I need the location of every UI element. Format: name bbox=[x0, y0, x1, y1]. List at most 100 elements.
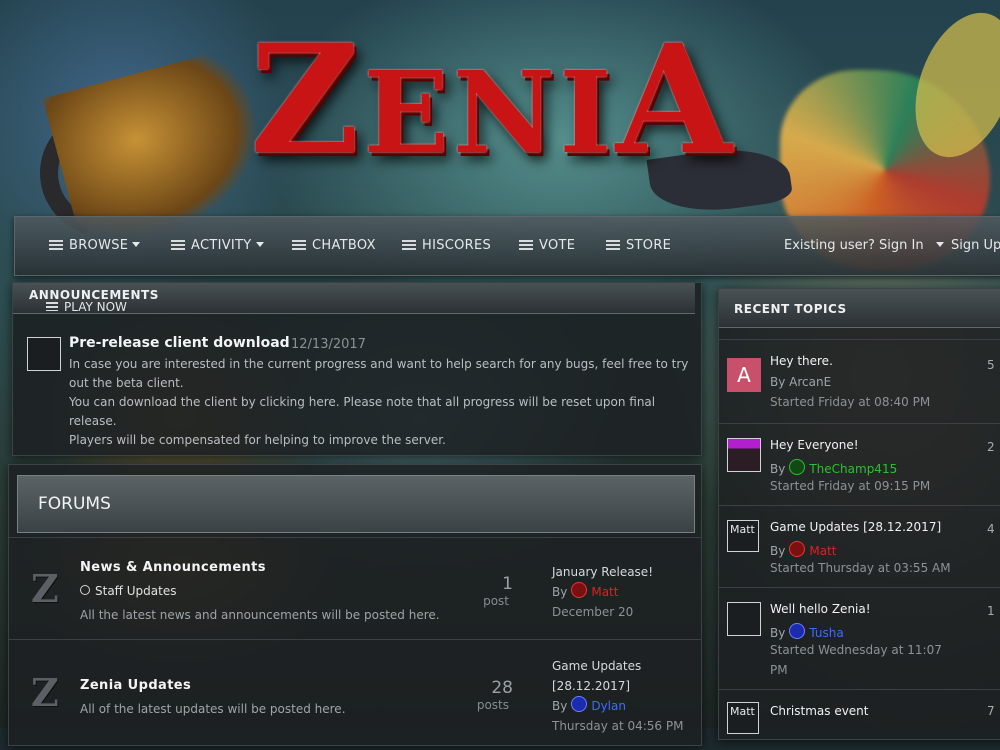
topic-author-line: By TheChamp415 bbox=[770, 459, 897, 476]
forum-row[interactable]: Z News & Announcements Staff Updates All… bbox=[9, 537, 701, 640]
topic-author[interactable]: TheChamp415 bbox=[809, 462, 897, 476]
recent-topic-item[interactable]: Matt Christmas event 7 bbox=[719, 689, 1000, 750]
recent-topic-item[interactable]: Well hello Zenia! By Tusha Started Wednes… bbox=[719, 587, 1000, 688]
topic-author-line: By ArcanE bbox=[770, 375, 831, 389]
caret-down-icon bbox=[132, 242, 141, 247]
last-post: Game Updates [28.12.2017] By Dylan Thursd… bbox=[552, 656, 692, 736]
last-post-date: Thursday at 04:56 PM bbox=[552, 719, 684, 733]
forum-name[interactable]: Zenia Updates bbox=[80, 678, 191, 693]
recent-topic-item[interactable]: A Hey there. By ArcanE Started Friday at… bbox=[719, 339, 1000, 422]
user-avatar[interactable]: Matt bbox=[727, 702, 759, 734]
topic-title[interactable]: Game Updates [28.12.2017] bbox=[770, 520, 941, 534]
reply-count: 5 bbox=[987, 358, 995, 372]
site-logo[interactable]: ZENIA bbox=[250, 20, 770, 180]
user-avatar[interactable]: Matt bbox=[727, 520, 759, 552]
user-avatar[interactable] bbox=[727, 438, 761, 472]
user-avatar[interactable]: A bbox=[727, 358, 761, 392]
topic-started-line: PM bbox=[770, 663, 788, 677]
topic-title[interactable]: Hey Everyone! bbox=[770, 438, 859, 452]
menu-icon bbox=[292, 240, 306, 250]
recent-topic-item[interactable]: Matt Game Updates [28.12.2017] By Matt St… bbox=[719, 505, 1000, 588]
forums-panel: FORUMS Z News & Announcements Staff Upda… bbox=[8, 464, 702, 746]
user-rank-icon bbox=[789, 541, 806, 557]
menu-icon bbox=[519, 240, 533, 250]
recent-topics-panel: RECENT TOPICS A Hey there. By ArcanE Sta… bbox=[718, 288, 1000, 740]
sign-in-link[interactable]: Existing user? Sign In bbox=[784, 217, 944, 275]
sign-up-link[interactable]: Sign Up bbox=[951, 217, 1000, 275]
topic-author-line: By Matt bbox=[770, 541, 836, 558]
forum-z-icon: Z bbox=[31, 670, 59, 715]
menu-icon bbox=[46, 302, 58, 311]
nav-activity[interactable]: ACTIVITY bbox=[171, 217, 264, 275]
forums-heading: FORUMS bbox=[38, 494, 111, 514]
post-count: 28 bbox=[491, 678, 513, 698]
topic-author[interactable]: ArcanE bbox=[789, 375, 831, 389]
forum-description: All the latest news and announcements wi… bbox=[80, 608, 440, 622]
subforum-link[interactable]: Staff Updates bbox=[80, 584, 176, 598]
announcement-thumbnail[interactable] bbox=[27, 337, 61, 371]
last-post-title[interactable]: January Release! bbox=[552, 562, 692, 582]
last-post-title[interactable]: Game Updates bbox=[552, 656, 692, 676]
last-post-date: December 20 bbox=[552, 605, 634, 619]
by-prefix: By bbox=[770, 626, 786, 640]
cart-icon bbox=[606, 240, 620, 250]
post-count-label: posts bbox=[476, 698, 509, 712]
user-avatar-icon bbox=[571, 582, 588, 598]
nav-chatbox[interactable]: CHATBOX bbox=[292, 217, 376, 275]
grid-icon bbox=[49, 240, 63, 250]
last-post-author[interactable]: Dylan bbox=[591, 699, 626, 713]
by-prefix: By bbox=[552, 585, 568, 599]
topic-title[interactable]: Christmas event bbox=[770, 704, 869, 718]
forum-name[interactable]: News & Announcements bbox=[80, 560, 266, 575]
by-prefix: By bbox=[770, 462, 786, 476]
menu-icon bbox=[402, 240, 416, 250]
topic-author-line: By Tusha bbox=[770, 623, 844, 640]
user-avatar-icon bbox=[571, 696, 588, 712]
topic-started: Started Friday at 08:40 PM bbox=[770, 395, 931, 409]
announcement-line: Players will be compensated for helping … bbox=[69, 433, 446, 447]
topic-started: Started Wednesday at 11:07 PM bbox=[770, 640, 970, 680]
last-post-author[interactable]: Matt bbox=[591, 585, 618, 599]
user-avatar[interactable] bbox=[727, 602, 761, 636]
last-post-title-2[interactable]: [28.12.2017] bbox=[552, 676, 692, 696]
nav-browse[interactable]: BROWSE bbox=[49, 217, 141, 275]
announcement-line: You can download the client by clicking … bbox=[69, 395, 656, 428]
user-rank-icon bbox=[789, 623, 806, 639]
topic-started-line: Started Wednesday at 11:07 bbox=[770, 643, 942, 657]
reply-count: 4 bbox=[987, 522, 995, 536]
announcement-body: In case you are interested in the curren… bbox=[69, 355, 689, 450]
by-prefix: By bbox=[770, 375, 786, 389]
by-prefix: By bbox=[770, 544, 786, 558]
topic-author[interactable]: Tusha bbox=[809, 626, 843, 640]
announcements-header: ANNOUNCEMENTS PLAY NOW bbox=[13, 283, 695, 314]
topic-author[interactable]: Matt bbox=[809, 544, 836, 558]
announcement-line: out the beta client. bbox=[69, 376, 184, 390]
nav-hiscores[interactable]: HISCORES bbox=[402, 217, 491, 275]
by-prefix: By bbox=[552, 699, 568, 713]
topic-title[interactable]: Hey there. bbox=[770, 354, 833, 368]
recent-topics-heading: RECENT TOPICS bbox=[734, 302, 847, 316]
document-icon bbox=[171, 240, 185, 250]
forum-description: All of the latest updates will be posted… bbox=[80, 702, 346, 716]
circle-icon bbox=[80, 585, 90, 595]
announcement-line: In case you are interested in the curren… bbox=[69, 357, 689, 371]
forum-row[interactable]: Z Zenia Updates All of the latest update… bbox=[9, 639, 701, 750]
caret-down-icon bbox=[935, 242, 944, 247]
post-count: 1 bbox=[502, 574, 513, 594]
topic-started: Started Friday at 09:15 PM bbox=[770, 479, 931, 493]
recent-topic-item[interactable]: Hey Everyone! By TheChamp415 Started Frid… bbox=[719, 423, 1000, 506]
forums-header: FORUMS bbox=[17, 475, 695, 533]
reply-count: 7 bbox=[987, 704, 995, 718]
announcement-title[interactable]: Pre-release client download bbox=[69, 335, 290, 351]
forum-z-icon: Z bbox=[31, 566, 59, 611]
last-post: January Release! By Matt December 20 bbox=[552, 562, 692, 622]
announcement-date: 12/13/2017 bbox=[291, 337, 366, 352]
play-now-link[interactable]: PLAY NOW bbox=[46, 300, 127, 314]
post-count-label: post bbox=[483, 594, 509, 608]
topic-title[interactable]: Well hello Zenia! bbox=[770, 602, 871, 616]
recent-topics-header: RECENT TOPICS bbox=[719, 289, 1000, 328]
caret-down-icon bbox=[255, 242, 264, 247]
nav-store[interactable]: STORE bbox=[606, 217, 671, 275]
user-rank-icon bbox=[789, 459, 806, 475]
nav-vote[interactable]: VOTE bbox=[519, 217, 575, 275]
